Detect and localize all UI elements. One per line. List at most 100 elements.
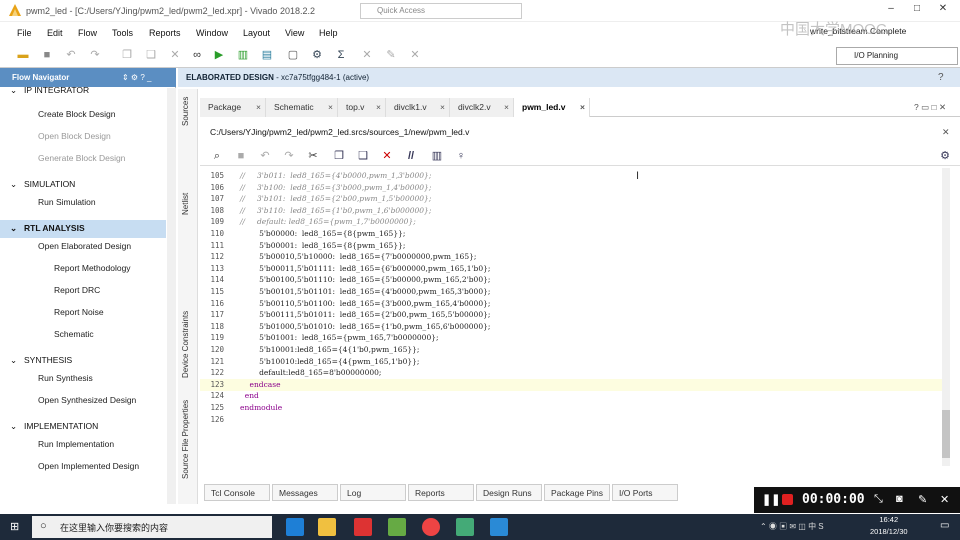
close-tab-icon[interactable]: × xyxy=(580,102,585,112)
flow-nav-report-noise[interactable]: Report Noise xyxy=(0,304,104,322)
code-line[interactable]: 5'b00100,5'b01110: led8_165={5'b00000,pw… xyxy=(240,275,490,284)
bottom-tab-reports[interactable]: Reports xyxy=(408,484,474,501)
editor-settings-icon[interactable]: ⚙ xyxy=(938,149,952,163)
app-blue-icon[interactable] xyxy=(490,518,508,536)
resize-icon[interactable]: ⤡ xyxy=(874,493,883,506)
side-tab-netlist[interactable]: Netlist xyxy=(181,193,190,215)
flow-nav-scrollbar[interactable] xyxy=(167,88,176,504)
flow-nav-simulation[interactable]: ⌄ SIMULATION xyxy=(0,176,75,194)
app-grid-icon[interactable] xyxy=(388,518,406,536)
redo-edit-icon[interactable]: ↷ xyxy=(282,149,296,163)
code-line[interactable]: // default: led8_165={pwm_1,7'b0000000}; xyxy=(240,217,416,226)
tab-top-v[interactable]: top.v × xyxy=(338,98,386,117)
side-tab-source-file-properties[interactable]: Source File Properties xyxy=(181,400,190,479)
implementation-icon[interactable]: ▤ xyxy=(260,48,274,62)
delete-icon[interactable]: ✕ xyxy=(168,48,182,62)
menu-edit[interactable]: Edit xyxy=(47,28,63,38)
flow-nav-report-drc[interactable]: Report DRC xyxy=(0,282,100,300)
code-line[interactable]: default:led8_165=8'b00000000; xyxy=(240,368,381,377)
code-line[interactable]: // 3'b100: led8_165={3'b000,pwm_1,4'b000… xyxy=(240,183,431,192)
close-tab-icon[interactable]: × xyxy=(328,102,333,112)
bottom-tab-log[interactable]: Log xyxy=(340,484,406,501)
flow-nav-run-synthesis[interactable]: Run Synthesis xyxy=(0,370,93,388)
pen-icon[interactable]: ✎ xyxy=(918,493,927,506)
minimize-button[interactable]: – xyxy=(880,3,902,17)
menu-file[interactable]: File xyxy=(17,28,32,38)
code-editor[interactable]: 105 // 3'b011: led8_165={4'b0000,pwm_1,3'… xyxy=(200,168,942,466)
menu-layout[interactable]: Layout xyxy=(243,28,270,38)
tab-pwm-led-v[interactable]: pwm_led.v × xyxy=(514,98,590,117)
tab-divclk2-v[interactable]: divclk2.v × xyxy=(450,98,514,117)
close-tab-icon[interactable]: × xyxy=(440,102,445,112)
menu-window[interactable]: Window xyxy=(196,28,228,38)
close-tab-icon[interactable]: × xyxy=(504,102,509,112)
flow-nav-rtl-analysis[interactable]: ⌄ RTL ANALYSIS xyxy=(0,220,166,238)
code-line[interactable]: end xyxy=(240,391,259,400)
recorder-close-icon[interactable]: ✕ xyxy=(940,493,949,506)
side-tab-device-constraints[interactable]: Device Constraints xyxy=(181,311,190,378)
flow-nav-run-implementation[interactable]: Run Implementation xyxy=(0,436,114,454)
chrome-icon[interactable] xyxy=(422,518,440,536)
flow-nav-open-synthesized-design[interactable]: Open Synthesized Design xyxy=(0,392,136,410)
code-line[interactable]: 5'b00110,5'b01100: led8_165={3'b000,pwm_… xyxy=(240,299,490,308)
delete-text-icon[interactable]: ✕ xyxy=(380,149,394,163)
cross-probe-icon[interactable]: ✕ xyxy=(360,48,374,62)
flow-nav-implementation[interactable]: ⌄ IMPLEMENTATION xyxy=(0,418,98,436)
tab-bar-controls[interactable]: ? ▭ □ ✕ xyxy=(914,102,946,113)
run-icon[interactable]: ▶ xyxy=(212,48,226,62)
code-line[interactable]: 5'b01001: led8_165={pwm_165,7'b0000000}; xyxy=(240,333,438,342)
close-tab-icon[interactable]: × xyxy=(376,102,381,112)
chevron-down-icon[interactable]: ⌄ xyxy=(10,85,17,96)
code-line[interactable]: // 3'b101: led8_165={2'b00,pwm_1,5'b0000… xyxy=(240,194,431,203)
app-red-icon[interactable] xyxy=(354,518,372,536)
open-folder-icon[interactable]: ▬ xyxy=(16,48,30,62)
flow-nav-create-block-design[interactable]: Create Block Design xyxy=(0,106,115,124)
bottom-tab-tcl-console[interactable]: Tcl Console xyxy=(204,484,270,501)
copy-text-icon[interactable]: ❐ xyxy=(332,149,346,163)
close-button[interactable]: ✕ xyxy=(932,3,954,17)
synthesis-icon[interactable]: ▥ xyxy=(236,48,250,62)
code-line[interactable]: endcase xyxy=(240,380,281,389)
column-icon[interactable]: ▥ xyxy=(430,149,444,163)
tab-schematic[interactable]: Schematic × xyxy=(266,98,338,117)
flow-nav-run-simulation[interactable]: Run Simulation xyxy=(0,194,96,212)
notification-icon[interactable]: ▭ xyxy=(940,520,949,531)
menu-reports[interactable]: Reports xyxy=(149,28,181,38)
edge-browser-icon[interactable] xyxy=(286,518,304,536)
flow-nav-synthesis[interactable]: ⌄ SYNTHESIS xyxy=(0,352,72,370)
chevron-down-icon[interactable]: ⌄ xyxy=(10,223,17,234)
flow-nav-ip-integrator[interactable]: ⌄ IP INTEGRATOR xyxy=(0,82,89,100)
menu-flow[interactable]: Flow xyxy=(78,28,97,38)
bottom-tab-design-runs[interactable]: Design Runs xyxy=(476,484,542,501)
stop-record-icon[interactable] xyxy=(782,494,793,505)
paste-icon[interactable]: ❑ xyxy=(144,48,158,62)
menu-help[interactable]: Help xyxy=(319,28,338,38)
quick-access-input[interactable]: Quick Access xyxy=(360,3,522,19)
cut-icon[interactable]: ✂ xyxy=(306,149,320,163)
flow-nav-report-methodology[interactable]: Report Methodology xyxy=(0,260,131,278)
sigma-icon[interactable]: Σ xyxy=(334,48,348,62)
flow-nav-schematic[interactable]: Schematic xyxy=(0,326,94,344)
close-path-icon[interactable]: ✕ xyxy=(942,127,950,138)
bottom-tab-package-pins[interactable]: Package Pins xyxy=(544,484,610,501)
system-tray-icons[interactable]: ⌃ ◉ ▣ ✉ ◫ 中 S xyxy=(760,521,824,532)
windows-start-icon[interactable]: ⊞ xyxy=(10,520,19,533)
menu-tools[interactable]: Tools xyxy=(112,28,133,38)
code-line[interactable]: // 3'b110: led8_165={1'b0,pwm_1,6'b00000… xyxy=(240,206,431,215)
code-line[interactable]: 5'b00011,5'b01111: led8_165={6'b000000,p… xyxy=(240,264,490,273)
chevron-down-icon[interactable]: ⌄ xyxy=(10,179,17,190)
side-tab-sources[interactable]: Sources xyxy=(181,97,190,126)
code-line[interactable]: 5'b10010:led8_165={4{pwm_165,1'b0}}; xyxy=(240,357,419,366)
bottom-tab-i-o-ports[interactable]: I/O Ports xyxy=(612,484,678,501)
code-line[interactable]: 5'b01000,5'b01010: led8_165={1'b0,pwm_16… xyxy=(240,322,490,331)
copy-icon[interactable]: ❐ xyxy=(120,48,134,62)
save-file-icon[interactable]: ■ xyxy=(234,149,248,163)
edit-icon[interactable]: ✎ xyxy=(384,48,398,62)
flow-nav-open-implemented-design[interactable]: Open Implemented Design xyxy=(0,458,139,476)
redo-icon[interactable]: ↷ xyxy=(88,48,102,62)
bottom-tab-messages[interactable]: Messages xyxy=(272,484,338,501)
code-line[interactable]: // 3'b011: led8_165={4'b0000,pwm_1,3'b00… xyxy=(240,171,431,180)
file-explorer-icon[interactable] xyxy=(318,518,336,536)
chevron-down-icon[interactable]: ⌄ xyxy=(10,421,17,432)
code-line[interactable]: 5'b00111,5'b01011: led8_165={2'b00,pwm_1… xyxy=(240,310,490,319)
